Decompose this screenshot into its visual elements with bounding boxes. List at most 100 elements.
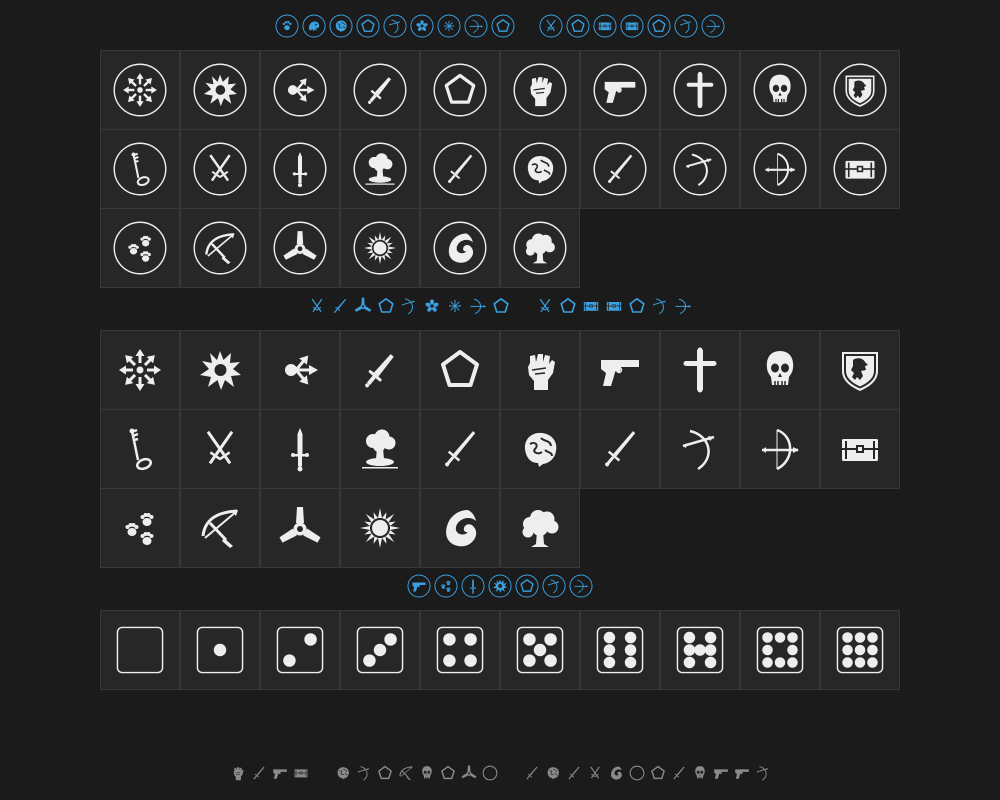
glyph-cell[interactable]	[580, 129, 660, 209]
skull-icon	[755, 345, 805, 395]
glyph-cell[interactable]	[180, 50, 260, 130]
glyph-cell[interactable]	[500, 208, 580, 288]
pentagon-icon	[566, 14, 590, 38]
dice-cell[interactable]	[580, 610, 660, 690]
glyph-cell[interactable]	[500, 50, 580, 130]
glyph-cell[interactable]	[100, 488, 180, 568]
dice-cell[interactable]	[660, 610, 740, 690]
glyph-cell[interactable]	[420, 208, 500, 288]
die-face-2-icon	[276, 626, 324, 674]
brain-icon	[544, 764, 562, 782]
dice-cell[interactable]	[100, 610, 180, 690]
glyph-cell[interactable]	[420, 409, 500, 489]
glyph-cell[interactable]	[580, 50, 660, 130]
third-icon-strip	[0, 573, 1000, 599]
pistol-icon	[595, 345, 645, 395]
sword-icon	[670, 764, 688, 782]
skull-icon	[691, 764, 709, 782]
glyph-cell[interactable]	[740, 330, 820, 410]
glyph-cell[interactable]	[180, 129, 260, 209]
glyph-cell[interactable]	[820, 50, 900, 130]
glyph-cell[interactable]	[740, 129, 820, 209]
dagger-icon	[355, 345, 405, 395]
bow-icon	[542, 574, 566, 598]
glyph-cell[interactable]	[100, 330, 180, 410]
bow-icon	[674, 14, 698, 38]
glyph-cell[interactable]	[260, 488, 340, 568]
glyph-cell[interactable]	[820, 409, 900, 489]
glyph-cell[interactable]	[340, 50, 420, 130]
pistol-icon	[592, 62, 648, 118]
glyph-cell[interactable]	[660, 330, 740, 410]
glyph-cell[interactable]	[660, 50, 740, 130]
glyph-cell[interactable]	[340, 488, 420, 568]
pistol-icon	[733, 764, 751, 782]
dice-cell[interactable]	[500, 610, 580, 690]
glyph-cell[interactable]	[180, 488, 260, 568]
glyph-cell[interactable]	[100, 50, 180, 130]
glyph-cell[interactable]	[420, 330, 500, 410]
pentagon-icon	[515, 574, 539, 598]
spark-icon	[445, 296, 465, 316]
dice-cell[interactable]	[740, 610, 820, 690]
glyph-cell[interactable]	[340, 208, 420, 288]
dice-cell[interactable]	[260, 610, 340, 690]
glyph-cell[interactable]	[740, 409, 820, 489]
sword-icon	[250, 764, 268, 782]
chaos-icon	[115, 345, 165, 395]
glyph-cell[interactable]	[180, 330, 260, 410]
paws-icon	[112, 220, 168, 276]
pentagon-icon	[376, 296, 396, 316]
glyph-cell[interactable]	[100, 129, 180, 209]
glyph-cell[interactable]	[500, 409, 580, 489]
pentagon-icon	[647, 14, 671, 38]
glyph-cell[interactable]	[580, 330, 660, 410]
glyph-cell[interactable]	[180, 208, 260, 288]
glyph-cell[interactable]	[340, 330, 420, 410]
crossed-swords-icon	[192, 141, 248, 197]
die-face-1-icon	[196, 626, 244, 674]
lion-shield-icon	[835, 345, 885, 395]
glyph-cell[interactable]	[660, 409, 740, 489]
dice-cell[interactable]	[820, 610, 900, 690]
glyph-cell[interactable]	[260, 129, 340, 209]
pentagon-icon	[491, 14, 515, 38]
glyph-cell[interactable]	[420, 488, 500, 568]
fire-icon	[607, 764, 625, 782]
glyph-cell[interactable]	[420, 50, 500, 130]
glyph-cell[interactable]	[820, 330, 900, 410]
dice-cell[interactable]	[420, 610, 500, 690]
die-face-4-icon	[436, 626, 484, 674]
glyph-cell[interactable]	[340, 129, 420, 209]
dragon-icon	[302, 14, 326, 38]
sword-icon	[523, 764, 541, 782]
dice-cell[interactable]	[340, 610, 420, 690]
circle-icon	[481, 764, 499, 782]
dice-cell[interactable]	[180, 610, 260, 690]
dagger-icon	[352, 62, 408, 118]
glyph-cell[interactable]	[180, 409, 260, 489]
key-icon	[115, 424, 165, 474]
glyph-cell[interactable]	[820, 129, 900, 209]
pentagon-icon	[649, 764, 667, 782]
glyph-cell[interactable]	[260, 208, 340, 288]
glyph-cell[interactable]	[580, 409, 660, 489]
glyph-cell[interactable]	[500, 330, 580, 410]
glyph-cell[interactable]	[420, 129, 500, 209]
stiletto-icon	[272, 141, 328, 197]
glyph-cell[interactable]	[260, 330, 340, 410]
glyph-cell[interactable]	[500, 129, 580, 209]
glyph-cell[interactable]	[100, 208, 180, 288]
brain-icon	[515, 424, 565, 474]
glyph-cell[interactable]	[660, 129, 740, 209]
pentagon-icon	[356, 14, 380, 38]
glyph-cell[interactable]	[100, 409, 180, 489]
glyph-cell[interactable]	[260, 409, 340, 489]
glyph-cell[interactable]	[740, 50, 820, 130]
triskele-icon	[353, 296, 373, 316]
chest-icon	[292, 764, 310, 782]
pentagon-icon	[432, 62, 488, 118]
glyph-cell[interactable]	[260, 50, 340, 130]
glyph-cell[interactable]	[500, 488, 580, 568]
glyph-cell[interactable]	[340, 409, 420, 489]
